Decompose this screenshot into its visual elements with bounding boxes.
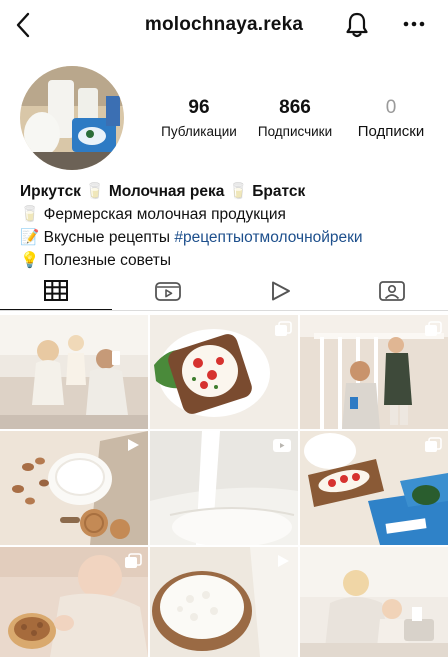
following-count-value: 0: [385, 97, 397, 118]
carousel-icon: [125, 553, 142, 568]
post-woman-child-room[interactable]: [300, 547, 448, 657]
following-count-label: Подписки: [357, 123, 425, 140]
reels-play-icon: [272, 281, 290, 301]
followers-count-value: 866: [279, 97, 311, 118]
igtv-icon: [155, 282, 181, 301]
followers-count-label: Подписчики: [257, 124, 333, 139]
profile-avatar[interactable]: [20, 66, 124, 170]
carousel-icon: [425, 437, 442, 452]
igtv-icon: [273, 439, 291, 452]
bio-line-tips: 💡 Полезные советы: [20, 252, 172, 269]
tab-igtv[interactable]: [112, 280, 224, 310]
following-count[interactable]: 0 Подписки: [348, 97, 434, 142]
posts-count-label: Публикации: [161, 124, 237, 139]
video-icon: [128, 439, 139, 451]
tab-tagged[interactable]: [336, 280, 448, 310]
bio-recipes-text: 📝 Вкусные рецепты: [20, 229, 175, 246]
post-baby-nuts[interactable]: [0, 547, 148, 657]
followers-count[interactable]: 866 Подписчики: [251, 97, 339, 142]
more-options-icon[interactable]: [401, 13, 427, 35]
post-family-kitchen[interactable]: [0, 315, 148, 429]
tagged-person-icon: [379, 281, 405, 301]
post-milk-pour[interactable]: [150, 431, 298, 545]
post-toast-milk-packs[interactable]: [300, 431, 448, 545]
profile-username: molochnaya.reka: [144, 14, 304, 35]
bio-line-products: 🥛 Фермерская молочная продукция: [20, 206, 286, 223]
tab-grid[interactable]: [0, 280, 112, 310]
posts-count[interactable]: 96 Публикации: [156, 97, 242, 142]
post-milk-bowl-nuts[interactable]: [0, 431, 148, 545]
profile-bio: Иркутск 🥛 Молочная река 🥛 Братск 🥛 Ферме…: [20, 180, 440, 272]
video-icon: [278, 555, 289, 567]
tab-reels[interactable]: [224, 280, 336, 310]
grid-icon: [44, 280, 68, 301]
carousel-icon: [425, 321, 442, 336]
profile-header: molochnaya.reka: [0, 0, 448, 50]
post-toast-cream[interactable]: [150, 315, 298, 429]
bio-line-recipes: 📝 Вкусные рецепты #рецептыотмолочнойреки: [20, 226, 440, 249]
bio-name: Иркутск 🥛 Молочная река 🥛 Братск: [20, 183, 306, 200]
post-cottage-cheese[interactable]: [150, 547, 298, 657]
bell-icon[interactable]: [343, 11, 371, 39]
post-man-child-stairs[interactable]: [300, 315, 448, 429]
tabs-divider: [0, 310, 448, 311]
profile-tabs: [0, 280, 448, 310]
bio-hashtag-link[interactable]: #рецептыотмолочнойреки: [174, 229, 362, 246]
carousel-icon: [275, 321, 292, 336]
posts-count-value: 96: [188, 97, 210, 118]
